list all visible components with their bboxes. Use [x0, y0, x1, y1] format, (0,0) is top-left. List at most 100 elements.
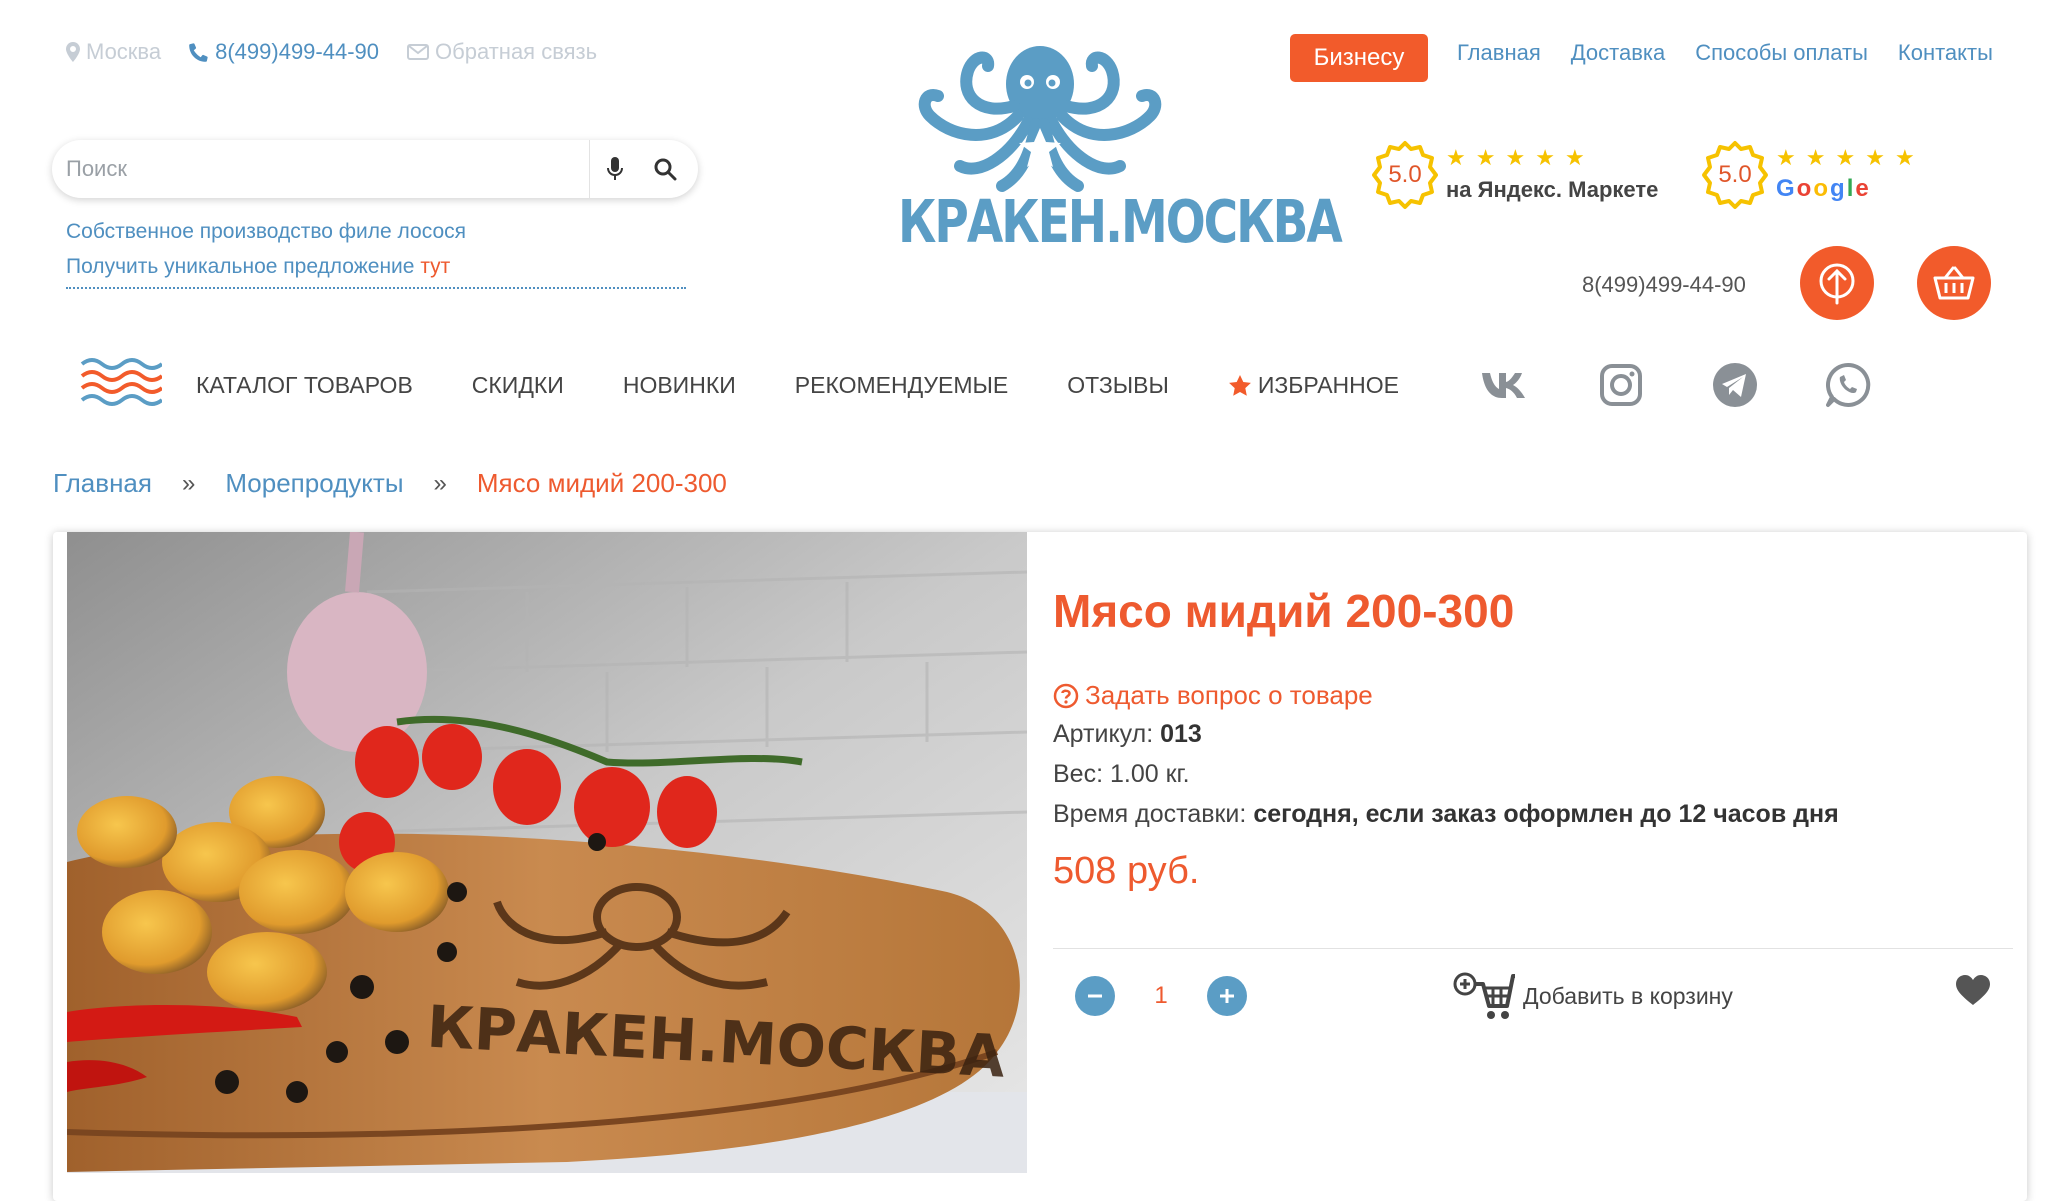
breadcrumb-separator: »	[181, 469, 196, 497]
google-letter: G	[1776, 175, 1797, 202]
google-letter: o	[1813, 175, 1831, 202]
increase-quantity-button[interactable]	[1207, 976, 1247, 1016]
product-delivery: Время доставки: сегодня, если заказ офор…	[1053, 800, 1839, 829]
quantity-value[interactable]: 1	[1115, 982, 1207, 1010]
rating-stars: ★ ★ ★ ★ ★	[1776, 147, 1915, 169]
business-button[interactable]: Бизнесу	[1290, 34, 1428, 82]
city-label: Москва	[86, 39, 162, 64]
breadcrumb-separator: »	[433, 469, 447, 497]
sku-label: Артикул:	[1053, 720, 1154, 748]
nav-reviews[interactable]: ОТЗЫВЫ	[1067, 372, 1169, 399]
star-icon: ★	[1475, 145, 1496, 170]
octopus-logo-icon	[918, 46, 1162, 192]
product-sku: Артикул: 013	[1053, 720, 1202, 749]
product-card: КРАКЕН.МОСКВА Мясо мидий 200-300 Задать …	[53, 532, 2027, 1201]
product-photo[interactable]: КРАКЕН.МОСКВА	[67, 532, 1027, 1173]
vk-link[interactable]	[1480, 360, 1530, 410]
rating-badge: 5.0	[1370, 140, 1440, 210]
rating-yandex[interactable]: 5.0 ★ ★ ★ ★ ★ на Яндекс. Маркете	[1370, 140, 1658, 210]
google-letter: e	[1855, 175, 1871, 202]
star-icon: ★	[1835, 145, 1856, 170]
instagram-icon	[1600, 364, 1642, 406]
ask-question-label: Задать вопрос о товаре	[1085, 680, 1373, 710]
scroll-up-button[interactable]	[1800, 246, 1874, 320]
top-contact-bar: Москва 8(499)499-44-90 Обратная связь	[66, 36, 597, 68]
search-bar	[52, 140, 698, 198]
city-selector[interactable]: Москва	[66, 39, 161, 65]
rating-source: на Яндекс. Маркете	[1446, 177, 1659, 202]
star-icon: ★	[1505, 145, 1526, 170]
nav-new[interactable]: НОВИНКИ	[623, 372, 736, 399]
instagram-link[interactable]	[1596, 360, 1646, 410]
product-price: 508 руб.	[1053, 850, 1200, 892]
search-input[interactable]	[52, 156, 589, 182]
main-nav: КАТАЛОГ ТОВАРОВ СКИДКИ НОВИНКИ РЕКОМЕНДУ…	[196, 372, 1399, 399]
cart-button[interactable]	[1917, 246, 1991, 320]
promo-links: Собственное производство филе лосося Пол…	[66, 214, 686, 289]
breadcrumb-home[interactable]: Главная	[53, 468, 152, 499]
vk-icon	[1482, 373, 1525, 398]
star-icon: ★	[1535, 145, 1555, 170]
promo-offer-link[interactable]: Получить уникальное предложение тут	[66, 249, 686, 289]
minus-icon	[1088, 994, 1102, 998]
promo-offer-text: Получить уникальное предложение	[66, 255, 415, 278]
cart-add-icon	[1453, 972, 1515, 1019]
plus-icon	[1220, 989, 1234, 1003]
search-button[interactable]	[640, 140, 690, 198]
topnav-delivery[interactable]: Доставка	[1571, 40, 1665, 66]
rating-badge: 5.0	[1700, 140, 1770, 210]
weight-value: 1.00 кг.	[1109, 760, 1190, 788]
google-wordmark: Google	[1776, 175, 1915, 203]
menu-waves-icon[interactable]	[80, 356, 164, 416]
search-icon	[654, 158, 677, 181]
topnav-contacts[interactable]: Контакты	[1898, 40, 1993, 66]
feedback-link[interactable]: Обратная связь	[407, 39, 597, 65]
quantity-stepper: 1	[1075, 976, 1247, 1016]
product-weight: Вес: 1.00 кг.	[1053, 760, 1190, 789]
rating-value: 5.0	[1718, 161, 1752, 188]
nav-discounts[interactable]: СКИДКИ	[472, 372, 564, 399]
delivery-label: Время доставки:	[1053, 800, 1247, 828]
promo-offer-accent: тут	[420, 255, 451, 278]
whatsapp-link[interactable]	[1823, 360, 1873, 410]
logo-text: КРАКЕН.МОСКВА	[898, 188, 1343, 257]
site-logo[interactable]: КРАКЕН.МОСКВА	[890, 36, 1343, 257]
voice-search-button[interactable]	[590, 140, 640, 198]
delivery-value: сегодня, если заказ оформлен до 12 часов…	[1253, 800, 1839, 828]
nav-favorites[interactable]: ИЗБРАННОЕ	[1228, 372, 1399, 399]
header-phone[interactable]: 8(499)499-44-90	[1582, 272, 1746, 298]
breadcrumb-current: Мясо мидий 200-300	[476, 468, 727, 498]
telegram-icon	[1713, 363, 1757, 407]
question-circle-icon	[1053, 683, 1079, 708]
ask-question-link[interactable]: Задать вопрос о товаре	[1053, 680, 1373, 711]
rating-google[interactable]: 5.0 ★ ★ ★ ★ ★ Google	[1700, 140, 1915, 210]
heart-icon	[1956, 975, 1990, 1005]
phone-number: 8(499)499-44-90	[215, 39, 380, 64]
phone-link[interactable]: 8(499)499-44-90	[189, 39, 379, 65]
rating-stars: ★ ★ ★ ★ ★	[1446, 147, 1658, 169]
google-letter: g	[1830, 175, 1847, 202]
add-to-cart-button[interactable]: Добавить в корзину	[1453, 970, 1733, 1022]
sku-value: 013	[1160, 720, 1202, 748]
star-icon: ★	[1865, 145, 1885, 170]
product-title: Мясо мидий 200-300	[1053, 585, 1515, 637]
star-icon: ★	[1564, 145, 1585, 170]
decrease-quantity-button[interactable]	[1075, 976, 1115, 1016]
topnav-payment[interactable]: Способы оплаты	[1695, 40, 1868, 66]
top-nav: Главная Доставка Способы оплаты Контакты	[1457, 40, 1993, 66]
phone-icon	[189, 43, 208, 62]
breadcrumb: Главная » Морепродукты » Мясо мидий 200-…	[53, 468, 727, 499]
star-icon: ★	[1776, 145, 1796, 170]
telegram-link[interactable]	[1710, 360, 1760, 410]
basket-icon	[1933, 266, 1975, 300]
nav-recommended[interactable]: РЕКОМЕНДУЕМЫЕ	[795, 372, 1008, 399]
breadcrumb-category[interactable]: Морепродукты	[225, 468, 403, 499]
divider	[1053, 948, 2013, 949]
promo-salmon-link[interactable]: Собственное производство филе лосося	[66, 214, 686, 249]
weight-label: Вес:	[1053, 760, 1104, 788]
nav-favorites-label: ИЗБРАННОЕ	[1257, 372, 1399, 398]
favorite-button[interactable]	[1955, 974, 1991, 1011]
map-pin-icon	[66, 42, 80, 62]
topnav-home[interactable]: Главная	[1457, 40, 1541, 66]
nav-catalog[interactable]: КАТАЛОГ ТОВАРОВ	[196, 372, 413, 399]
